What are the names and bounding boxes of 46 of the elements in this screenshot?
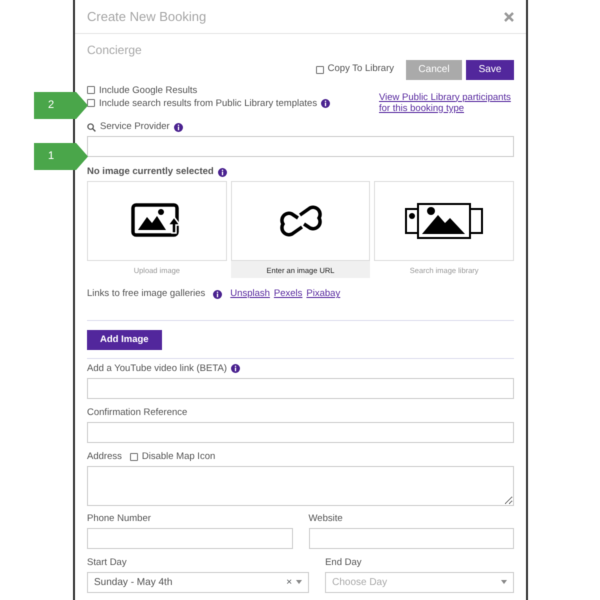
caret-icon	[296, 580, 302, 584]
text-field[interactable]	[87, 528, 292, 549]
select-field[interactable]: Sunday - May 4th ×	[87, 572, 310, 593]
image-gallery-icon	[405, 203, 484, 240]
address-field[interactable]	[87, 466, 514, 506]
field-label: Address	[87, 450, 122, 463]
info-icon[interactable]	[213, 290, 222, 299]
gallery-link[interactable]: Pexels	[274, 287, 302, 302]
save-button[interactable]: Save	[466, 60, 514, 80]
checkbox[interactable]	[130, 452, 138, 461]
callout-marker: 2	[34, 92, 88, 119]
close-icon[interactable]	[504, 12, 514, 22]
info-icon[interactable]	[218, 168, 227, 177]
field-label: Add a YouTube video link (BETA)	[87, 362, 227, 375]
checkbox-option[interactable]: Include Google Results	[87, 84, 198, 96]
text-field[interactable]	[87, 422, 514, 443]
field-label: Start Day	[87, 556, 127, 569]
checkbox[interactable]	[87, 86, 95, 94]
text-field[interactable]	[308, 528, 514, 549]
field-label: Service Provider	[100, 121, 170, 134]
field-label: Phone Number	[87, 512, 151, 525]
copy-to-library-option[interactable]: Copy To Library	[316, 62, 394, 77]
modal-subtitle: Concierge	[87, 42, 143, 58]
section-label: No image currently selected	[87, 166, 214, 178]
checkbox[interactable]	[316, 66, 324, 74]
galleries-label: Links to free image galleries	[87, 287, 206, 302]
gallery-link[interactable]: Unsplash	[230, 287, 270, 302]
service-provider-field[interactable]	[87, 136, 514, 158]
search-icon	[87, 122, 96, 132]
field-label: Website	[308, 512, 343, 525]
participants-link[interactable]: View Public Library participants for this booking type	[379, 92, 514, 114]
field-label: Confirmation Reference	[87, 406, 188, 419]
gallery-link[interactable]: Pixabay	[306, 287, 340, 302]
checkbox-option[interactable]: Disable Map Icon	[130, 450, 216, 463]
chain-link-icon	[278, 204, 324, 238]
text-field[interactable]	[87, 378, 514, 399]
caret-icon	[501, 580, 507, 584]
callout-marker: 1	[34, 143, 88, 170]
info-icon[interactable]	[321, 98, 330, 108]
info-icon[interactable]	[230, 364, 240, 374]
add-image-button[interactable]: Add Image	[87, 330, 162, 350]
modal-title: Create New Booking	[87, 8, 206, 26]
field-label: End Day	[325, 556, 362, 569]
checkbox[interactable]	[87, 99, 95, 107]
info-icon[interactable]	[174, 122, 183, 132]
checkbox-option[interactable]: Include search results from Public Library templates	[87, 96, 318, 110]
